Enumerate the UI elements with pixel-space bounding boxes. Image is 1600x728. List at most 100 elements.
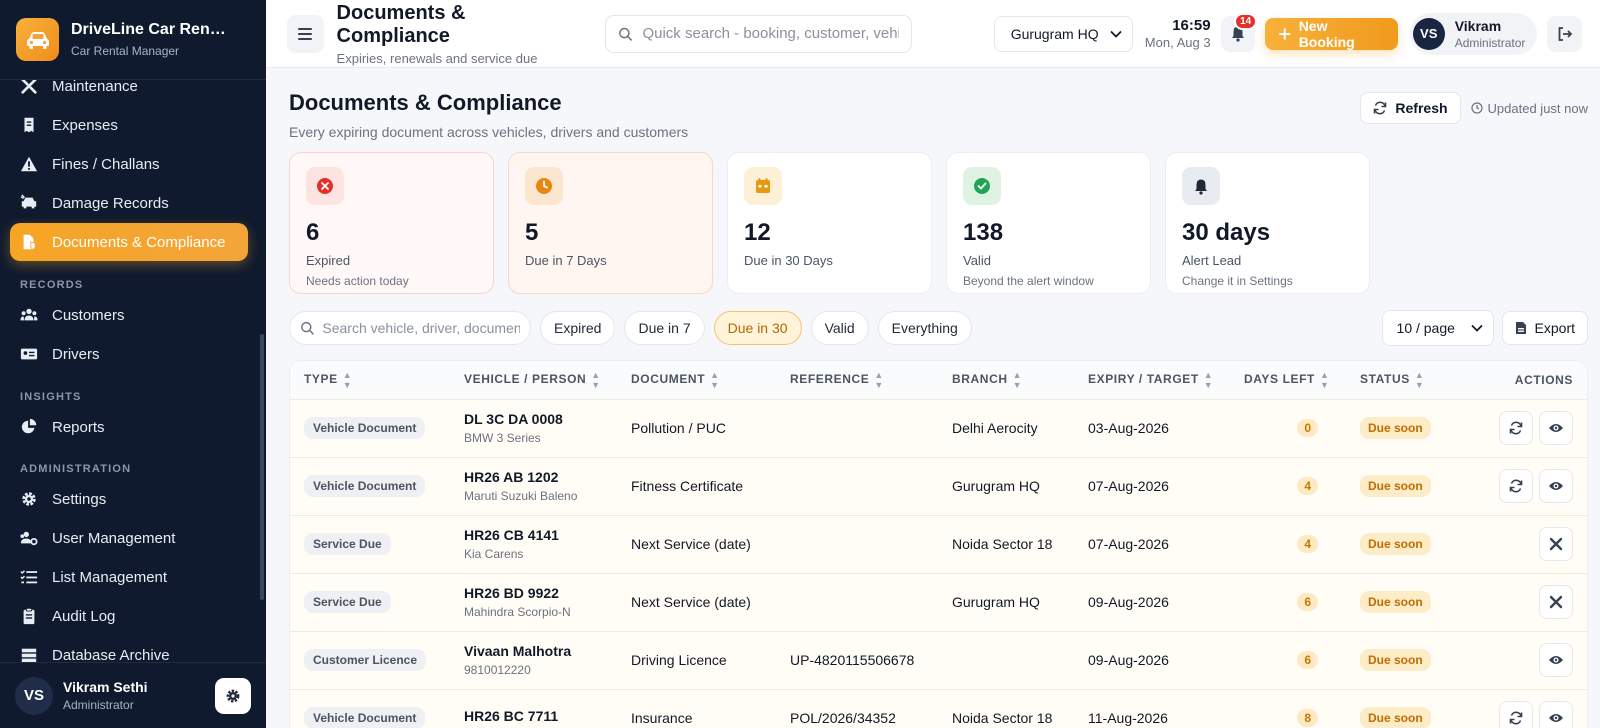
sidebar-item-label: Reports <box>52 418 105 436</box>
table-search-input[interactable] <box>322 320 520 336</box>
page-description: Every expiring document across vehicles,… <box>289 124 689 140</box>
sidebar-item-list-management[interactable]: List Management <box>10 558 248 596</box>
view-button[interactable] <box>1539 643 1573 677</box>
filter-chip-due-30[interactable]: Due in 30 <box>713 311 802 345</box>
table-row[interactable]: Service Due HR26 CB 4141 Kia Carens Next… <box>290 515 1587 573</box>
cell-reference <box>776 399 938 457</box>
days-left-badge: 4 <box>1297 477 1318 495</box>
cell-days-left: 0 <box>1230 399 1346 457</box>
column-header-expiry[interactable]: EXPIRY / TARGET ▲ ▼ <box>1074 361 1230 399</box>
table-search <box>289 311 531 345</box>
table-row[interactable]: Vehicle Document HR26 AB 1202 Maruti Suz… <box>290 457 1587 515</box>
sidebar-nav: Maintenance Expenses Fines / Challans Da… <box>0 80 258 662</box>
menu-toggle-button[interactable] <box>287 14 324 53</box>
stat-card-valid[interactable]: 138 Valid Beyond the alert window <box>946 152 1151 294</box>
table-row[interactable]: Vehicle Document DL 3C DA 0008 BMW 3 Ser… <box>290 399 1587 457</box>
sidebar-item-database-archive[interactable]: Database Archive <box>10 636 248 662</box>
brand[interactable]: DriveLine Car Rent… Car Rental Manager <box>0 0 266 80</box>
renew-button[interactable] <box>1499 469 1533 503</box>
per-page-select[interactable]: 10 / page <box>1381 310 1494 346</box>
type-badge: Service Due <box>304 591 391 613</box>
sidebar-scrollbar[interactable] <box>260 334 264 600</box>
renew-button[interactable] <box>1499 701 1533 728</box>
filter-chip-everything[interactable]: Everything <box>877 311 972 345</box>
filter-chip-expired[interactable]: Expired <box>540 311 616 345</box>
table-header-row: TYPE ▲ ▼ VEHICLE / PERSON ▲ ▼ DOCUMENT ▲ ▼ REF… <box>290 361 1587 399</box>
table-body: Vehicle Document DL 3C DA 0008 BMW 3 Ser… <box>290 399 1587 728</box>
row-actions <box>1464 643 1573 677</box>
sidebar-item-damage[interactable]: Damage Records <box>10 184 248 222</box>
service-button[interactable] <box>1539 585 1573 619</box>
cell-type: Vehicle Document <box>290 399 450 457</box>
table-row[interactable]: Customer Licence Vivaan Malhotra 9810012… <box>290 631 1587 689</box>
view-button[interactable] <box>1539 469 1573 503</box>
gear-icon <box>22 492 36 506</box>
cell-days-left: 6 <box>1230 573 1346 631</box>
receipt-icon <box>24 117 34 133</box>
view-button[interactable] <box>1539 701 1573 728</box>
sidebar-item-user-management[interactable]: User Management <box>10 519 248 557</box>
type-badge: Vehicle Document <box>304 417 426 439</box>
cell-branch: Noida Sector 18 <box>952 710 1053 727</box>
column-header-document[interactable]: DOCUMENT ▲ ▼ <box>617 361 776 399</box>
view-button[interactable] <box>1539 411 1573 445</box>
notifications-button[interactable]: 14 <box>1220 12 1258 52</box>
user-settings-button[interactable] <box>215 677 251 714</box>
sidebar-item-customers[interactable]: Customers <box>10 296 248 334</box>
stat-card-alert-lead[interactable]: 30 days Alert Lead Change it in Settings <box>1165 152 1370 294</box>
branch-select[interactable]: Gurugram HQ <box>993 15 1134 52</box>
user-menu[interactable]: VS Vikram Administrator <box>1409 12 1538 55</box>
export-button[interactable]: Export <box>1501 311 1588 345</box>
cell-vehicle-person: HR26 BC 7711 <box>450 689 617 728</box>
stat-card-due-30[interactable]: 12 Due in 30 Days <box>727 152 932 294</box>
renew-button[interactable] <box>1499 411 1533 445</box>
column-header-status[interactable]: STATUS ▲ ▼ <box>1346 361 1450 399</box>
cell-branch: Gurugram HQ <box>952 594 1040 610</box>
column-header-type[interactable]: TYPE ▲ ▼ <box>290 361 450 399</box>
app-root: DriveLine Car Rent… Car Rental Manager M… <box>0 0 1600 728</box>
column-header-reference[interactable]: REFERENCE ▲ ▼ <box>776 361 938 399</box>
days-left-badge: 6 <box>1297 651 1318 669</box>
vehicle-person-name: HR26 BD 9922 <box>464 585 559 601</box>
avatar: VS <box>1412 17 1445 50</box>
eye-icon <box>1549 482 1563 490</box>
column-header-branch[interactable]: BRANCH ▲ ▼ <box>938 361 1074 399</box>
clock-icon <box>1470 102 1483 114</box>
stat-card-due-7[interactable]: 5 Due in 7 Days <box>508 152 713 294</box>
type-badge: Vehicle Document <box>304 707 426 728</box>
sidebar-item-fines[interactable]: Fines / Challans <box>10 145 248 183</box>
stat-card-expired[interactable]: 6 Expired Needs action today <box>289 152 494 294</box>
sidebar-item-settings[interactable]: Settings <box>10 480 248 518</box>
cell-status: Due soon <box>1346 399 1450 457</box>
sidebar-item-label: Fines / Challans <box>52 155 160 173</box>
sidebar-item-label: Customers <box>52 306 125 324</box>
column-header-vehicle-person[interactable]: VEHICLE / PERSON ▲ ▼ <box>450 361 617 399</box>
logout-button[interactable] <box>1547 15 1583 52</box>
type-badge: Customer Licence <box>304 649 427 671</box>
filter-chip-due-7[interactable]: Due in 7 <box>624 311 705 345</box>
search-icon <box>301 321 314 335</box>
table-row[interactable]: Vehicle Document HR26 BC 7711 Insurance … <box>290 689 1587 728</box>
sidebar-item-reports[interactable]: Reports <box>10 408 248 446</box>
stat-label: Alert Lead <box>1182 253 1242 268</box>
global-search-input[interactable] <box>642 25 899 42</box>
sidebar-item-expenses[interactable]: Expenses <box>10 106 248 144</box>
table-row[interactable]: Service Due HR26 BD 9922 Mahindra Scorpi… <box>290 573 1587 631</box>
row-actions <box>1464 701 1573 728</box>
refresh-button[interactable]: Refresh <box>1360 92 1461 124</box>
service-button[interactable] <box>1539 527 1573 561</box>
sidebar-item-maintenance[interactable]: Maintenance <box>10 80 248 105</box>
sidebar-item-drivers[interactable]: Drivers <box>10 335 248 373</box>
column-header-days-left[interactable]: DAYS LEFT ▲ ▼ <box>1230 361 1346 399</box>
cell-type: Service Due <box>290 573 450 631</box>
stat-value: 12 <box>744 219 771 246</box>
type-badge: Vehicle Document <box>304 475 426 497</box>
new-booking-button[interactable]: New Booking <box>1265 17 1398 50</box>
filter-chip-valid[interactable]: Valid <box>810 311 869 345</box>
sidebar-item-audit-log[interactable]: Audit Log <box>10 597 248 635</box>
avatar[interactable]: VS <box>15 676 53 715</box>
sidebar-item-documents[interactable]: Documents & Compliance <box>10 223 248 261</box>
cell-document: Driving Licence <box>631 652 727 668</box>
branch-select-value: Gurugram HQ <box>1010 25 1099 42</box>
section-administration: ADMINISTRATION <box>20 463 132 475</box>
